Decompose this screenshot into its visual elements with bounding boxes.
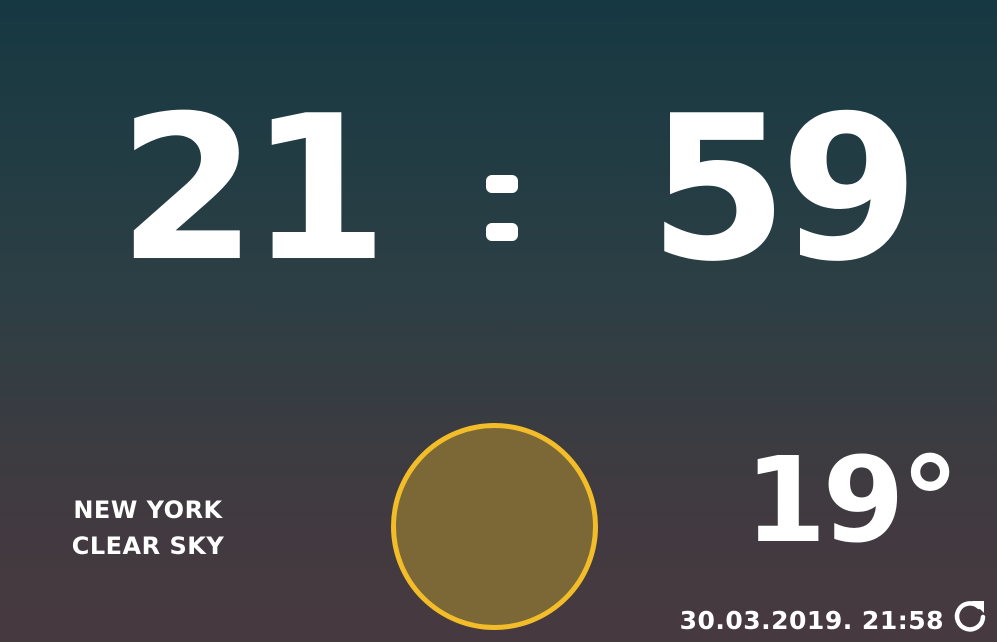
weather-condition: CLEAR SKY [71, 532, 225, 560]
weather-location: NEW YORK CLEAR SKY [62, 492, 234, 564]
separator-dot-bottom [486, 223, 518, 241]
city-name: NEW YORK [73, 496, 223, 524]
sun-icon [391, 423, 598, 630]
clock-display: 21 59 [0, 80, 997, 320]
refresh-icon[interactable] [951, 598, 989, 636]
clock-minutes: 59 [648, 73, 919, 306]
temperature: 19° [744, 431, 959, 569]
separator-dot-top [486, 175, 518, 193]
clock-hours: 21 [118, 73, 388, 306]
last-updated-timestamp: 30.03.2019. 21:58 [679, 606, 944, 635]
clock-separator [478, 175, 526, 245]
